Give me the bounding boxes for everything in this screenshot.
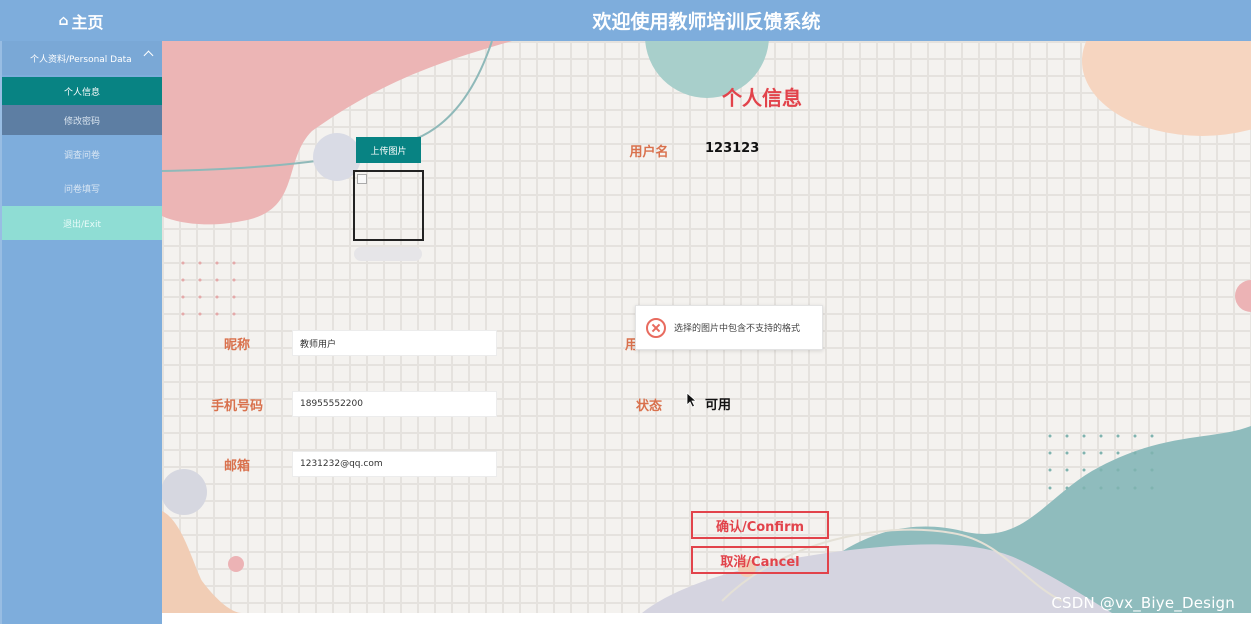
broken-image-icon — [357, 174, 367, 184]
main-content: 个人信息 上传图片 昵称 手机号码 邮箱 用户名 123123 用 状态 可用 … — [162, 41, 1251, 613]
sidebar-item-fill-questionnaire[interactable]: 问卷填写 — [2, 173, 162, 203]
email-input[interactable] — [292, 451, 497, 477]
bottom-margin — [162, 613, 1251, 624]
sidebar-group-label: 个人资料/Personal Data — [30, 54, 132, 65]
error-toast: 选择的图片中包含不支持的格式 — [635, 305, 823, 350]
avatar-preview[interactable] — [353, 170, 424, 241]
home-icon: ⌂ — [58, 12, 69, 29]
username-label: 用户名 — [629, 145, 669, 160]
home-link[interactable]: ⌂ 主页 — [0, 0, 162, 41]
nickname-input[interactable] — [292, 330, 497, 356]
status-label: 状态 — [635, 399, 662, 414]
sidebar-item-personal-info[interactable]: 个人信息 — [2, 77, 162, 105]
error-circle-icon — [646, 317, 666, 338]
username-value: 123123 — [705, 141, 760, 156]
app-title: 欢迎使用教师培训反馈系统 — [592, 11, 821, 33]
chevron-up-icon — [143, 50, 154, 61]
nickname-label: 昵称 — [223, 338, 250, 353]
sidebar: 个人资料/Personal Data 个人信息 修改密码 调查问卷 问卷填写 退… — [0, 41, 162, 624]
image-shadow — [354, 247, 422, 261]
top-bar: ⌂ 主页 欢迎使用教师培训反馈系统 — [0, 0, 1251, 41]
phone-label: 手机号码 — [210, 399, 263, 414]
sidebar-item-change-password[interactable]: 修改密码 — [2, 105, 162, 135]
email-label: 邮箱 — [223, 459, 250, 474]
phone-input[interactable] — [292, 391, 497, 417]
mouse-cursor-icon — [686, 392, 698, 408]
upload-image-button[interactable]: 上传图片 — [356, 137, 421, 163]
sidebar-item-exit[interactable]: 退出/Exit — [2, 206, 162, 240]
toast-message: 选择的图片中包含不支持的格式 — [674, 324, 801, 334]
sidebar-group-personal-data[interactable]: 个人资料/Personal Data — [2, 41, 162, 75]
watermark: CSDN @vx_Biye_Design — [1051, 594, 1235, 612]
confirm-button[interactable]: 确认/Confirm — [691, 511, 829, 539]
page-title: 个人信息 — [722, 86, 802, 110]
status-value: 可用 — [705, 398, 732, 413]
sidebar-item-survey[interactable]: 调查问卷 — [2, 139, 162, 169]
home-label: 主页 — [71, 12, 104, 32]
cancel-button[interactable]: 取消/Cancel — [691, 546, 829, 574]
